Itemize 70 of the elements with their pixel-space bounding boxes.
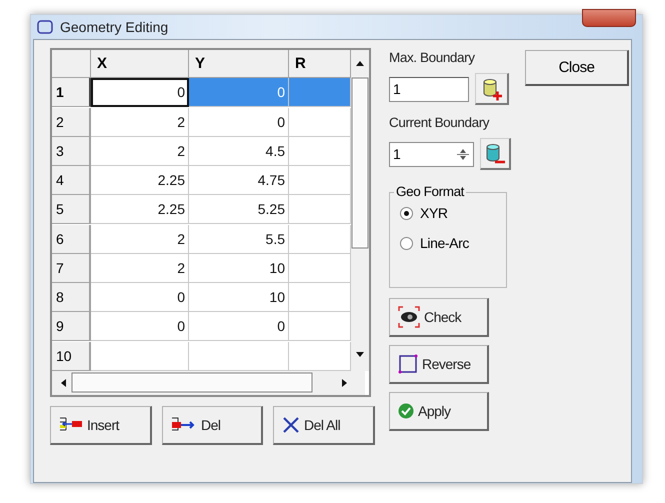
table-cell[interactable]: 4.5 xyxy=(189,136,289,166)
row-header[interactable]: 6 xyxy=(52,224,91,254)
radio-option[interactable]: XYR xyxy=(400,205,506,221)
close-button[interactable]: Close xyxy=(525,50,629,86)
table-cell[interactable]: 2.25 xyxy=(91,166,189,196)
group-title: Geo Format xyxy=(394,184,466,199)
reverse-button[interactable]: Reverse xyxy=(389,345,489,384)
remove-boundary-button[interactable] xyxy=(480,138,511,170)
table-cell[interactable] xyxy=(289,312,351,342)
insert-button[interactable]: Insert xyxy=(50,406,152,445)
radio-option[interactable]: Line-Arc xyxy=(400,235,506,251)
cross-icon xyxy=(282,416,300,434)
delete-button[interactable]: Del xyxy=(162,406,263,445)
table-cell[interactable]: 10 xyxy=(189,283,289,312)
table-cell[interactable] xyxy=(289,195,351,224)
current-boundary-field[interactable]: 1 xyxy=(389,142,474,166)
window-close-button[interactable] xyxy=(582,9,636,27)
table-cell[interactable]: 0 xyxy=(189,108,289,137)
table-cell[interactable]: 5.5 xyxy=(189,224,289,254)
check-circle-icon xyxy=(398,403,414,419)
row-header[interactable]: 3 xyxy=(52,136,91,166)
table-cell[interactable]: 0 xyxy=(91,283,189,312)
row-header[interactable]: 9 xyxy=(52,312,91,342)
table-cell[interactable] xyxy=(289,342,351,371)
column-header[interactable]: R xyxy=(289,50,351,78)
check-button[interactable]: Check xyxy=(389,298,489,337)
row-header[interactable]: 10 xyxy=(52,342,91,371)
table-cell[interactable]: 2 xyxy=(91,224,189,254)
row-header[interactable]: 7 xyxy=(52,254,91,283)
vertical-scrollbar[interactable] xyxy=(351,50,369,371)
table-cell[interactable]: 2.25 xyxy=(91,195,189,224)
field-label: Max. Boundary xyxy=(389,50,476,65)
table-cell[interactable]: 10 xyxy=(189,254,289,283)
table-cell[interactable] xyxy=(289,166,351,196)
table-cell[interactable]: 0 xyxy=(91,78,189,108)
table-cell[interactable]: 4.75 xyxy=(189,166,289,196)
table-cell[interactable] xyxy=(289,283,351,312)
table-cell[interactable] xyxy=(189,342,289,371)
table-cell[interactable] xyxy=(289,224,351,254)
table-cell[interactable]: 2 xyxy=(91,136,189,166)
field-label: Current Boundary xyxy=(389,115,490,130)
table-cell[interactable] xyxy=(289,108,351,137)
row-header[interactable]: 2 xyxy=(52,108,91,137)
window-title: Geometry Editing xyxy=(60,19,168,35)
table-cell[interactable] xyxy=(289,254,351,283)
table-cell[interactable]: 2 xyxy=(91,254,189,283)
horizontal-scrollbar[interactable] xyxy=(52,371,365,395)
add-cylinder-icon xyxy=(480,76,502,100)
square-path-icon xyxy=(398,354,418,374)
row-header[interactable]: 4 xyxy=(52,166,91,196)
max-boundary-field[interactable]: 1 xyxy=(389,76,469,102)
table-cell[interactable]: 0 xyxy=(189,312,289,342)
table-cell[interactable] xyxy=(91,342,189,371)
apply-button[interactable]: Apply xyxy=(389,392,489,431)
row-header[interactable]: 8 xyxy=(52,283,91,312)
remove-cylinder-icon xyxy=(484,142,506,166)
column-header[interactable]: X xyxy=(91,50,189,78)
table-cell[interactable] xyxy=(289,78,351,108)
column-header[interactable]: Y xyxy=(189,50,289,78)
row-header[interactable]: 1 xyxy=(52,78,91,108)
window-icon xyxy=(37,20,53,34)
add-boundary-button[interactable] xyxy=(475,73,509,105)
table-cell[interactable]: 2 xyxy=(91,108,189,137)
eye-icon xyxy=(398,306,420,328)
table-cell[interactable] xyxy=(289,136,351,166)
table-cell[interactable]: 0 xyxy=(91,312,189,342)
corner-cell xyxy=(52,50,91,78)
table-cell[interactable]: 5.25 xyxy=(189,195,289,224)
row-header[interactable]: 5 xyxy=(52,195,91,224)
delete-all-button[interactable]: Del All xyxy=(273,406,375,445)
